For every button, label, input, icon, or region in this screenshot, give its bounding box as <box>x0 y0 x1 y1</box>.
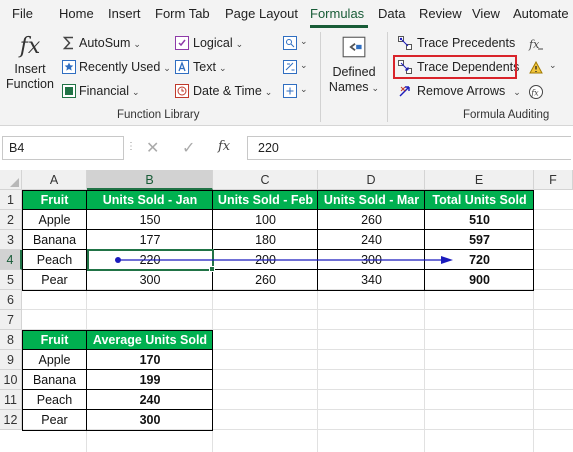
chevron-down-icon[interactable]: ⌄ <box>549 60 557 71</box>
text-book-icon <box>175 60 189 74</box>
defined-names-label-2-wrap: Names ⌄ <box>326 80 382 94</box>
chevron-down-icon: ⌄ <box>133 39 141 49</box>
chevron-down-icon: ⌄ <box>235 39 244 49</box>
chevron-down-icon: ⌄ <box>371 83 380 93</box>
math-trig-icon[interactable] <box>283 60 297 74</box>
tab-insert[interactable]: Insert <box>108 6 141 21</box>
recently-used-button[interactable]: Recently Used ⌄ <box>79 60 171 74</box>
cancel-icon[interactable]: ✕ <box>146 138 159 158</box>
show-formulas-icon[interactable]: fx <box>528 36 544 52</box>
tab-form-tab[interactable]: Form Tab <box>155 6 210 21</box>
name-box[interactable]: B4 <box>2 136 124 160</box>
logical-book-icon <box>175 36 189 50</box>
text-button[interactable]: Text ⌄ <box>193 60 226 74</box>
tab-review[interactable]: Review <box>419 6 462 21</box>
evaluate-formula-icon[interactable]: fx <box>528 84 544 100</box>
financial-book-icon <box>62 84 76 98</box>
tab-automate[interactable]: Automate <box>513 6 569 21</box>
star-book-icon <box>62 60 76 74</box>
defined-names-button[interactable]: Defined Names ⌄ <box>326 32 382 106</box>
function-library-group-label: Function Library <box>117 109 200 121</box>
chevron-down-icon: ⌄ <box>163 63 171 73</box>
enter-icon[interactable]: ✓ <box>182 138 195 158</box>
chevron-down-icon[interactable]: ⌄ <box>300 60 308 71</box>
financial-label: Financial <box>79 84 130 98</box>
chevron-down-icon[interactable]: ⌄ <box>300 36 308 47</box>
name-tag-icon <box>342 36 366 58</box>
chevron-down-icon[interactable]: ⌄ <box>300 84 308 95</box>
formula-bar-splitter[interactable]: ⋮ <box>126 141 137 152</box>
chevron-down-icon: ⌄ <box>132 87 140 97</box>
date-time-button[interactable]: Date & Time ⌄ <box>193 84 272 98</box>
clock-icon <box>175 84 189 98</box>
more-functions-icon[interactable] <box>283 84 297 98</box>
remove-arrows-label: Remove Arrows <box>417 84 506 98</box>
defined-names-label-1: Defined <box>332 65 376 79</box>
chevron-down-icon: ⌄ <box>264 87 273 97</box>
insert-function-label-2: Function <box>6 77 54 91</box>
autosum-button[interactable]: AutoSum ⌄ <box>79 36 141 50</box>
lookup-reference-icon[interactable] <box>283 36 297 50</box>
trace-dependents-arrow <box>115 256 453 264</box>
tab-data[interactable]: Data <box>378 6 405 21</box>
chevron-down-icon: ⌄ <box>218 63 227 73</box>
tab-formulas[interactable]: Formulas <box>310 6 364 21</box>
remove-arrows-button[interactable]: Remove Arrows ⌄ <box>417 84 521 98</box>
logical-button[interactable]: Logical ⌄ <box>193 36 243 50</box>
tab-view[interactable]: View <box>472 6 500 21</box>
defined-names-label-2: Names <box>328 80 369 94</box>
worksheet-grid[interactable]: A B C D E F 1 2 3 4 5 6 7 8 9 10 11 12 F… <box>0 170 573 452</box>
insert-function-label-1: Insert <box>14 62 46 76</box>
svg-text:fx: fx <box>530 89 539 98</box>
recently-used-label: Recently Used <box>79 60 161 74</box>
trace-precedents-icon <box>398 36 412 50</box>
date-time-label: Date & Time <box>193 84 262 98</box>
group-divider <box>320 32 321 122</box>
group-divider <box>387 32 388 122</box>
error-checking-icon[interactable] <box>528 60 544 76</box>
tab-file[interactable]: File <box>12 6 33 21</box>
tab-page-layout[interactable]: Page Layout <box>225 6 298 21</box>
autosum-icon <box>62 36 73 50</box>
autosum-label: AutoSum <box>79 36 131 50</box>
logical-label: Logical <box>193 36 233 50</box>
insert-function-fx-button[interactable]: fx <box>218 139 230 154</box>
fx-icon: fx <box>19 34 41 59</box>
text-label: Text <box>193 60 216 74</box>
formula-auditing-group-label: Formula Auditing <box>463 109 550 121</box>
insert-function-button[interactable]: fx Insert Function <box>4 32 56 104</box>
trace-precedents-button[interactable]: Trace Precedents <box>417 36 515 50</box>
formula-bar: B4 ⋮ ✕ ✓ fx 220 <box>0 126 573 170</box>
arrow-head <box>441 256 453 264</box>
chevron-down-icon: ⌄ <box>513 87 521 97</box>
formula-input[interactable]: 220 <box>247 136 571 160</box>
trace-dependents-highlight <box>393 55 517 79</box>
remove-arrows-icon <box>399 86 410 97</box>
financial-button[interactable]: Financial ⌄ <box>79 84 140 98</box>
tab-home[interactable]: Home <box>59 6 94 21</box>
ribbon-tab-bar: File Home Insert Form Tab Page Layout Fo… <box>0 0 573 28</box>
ribbon-formulas: fx Insert Function AutoSum ⌄ Recently Use… <box>0 28 573 126</box>
